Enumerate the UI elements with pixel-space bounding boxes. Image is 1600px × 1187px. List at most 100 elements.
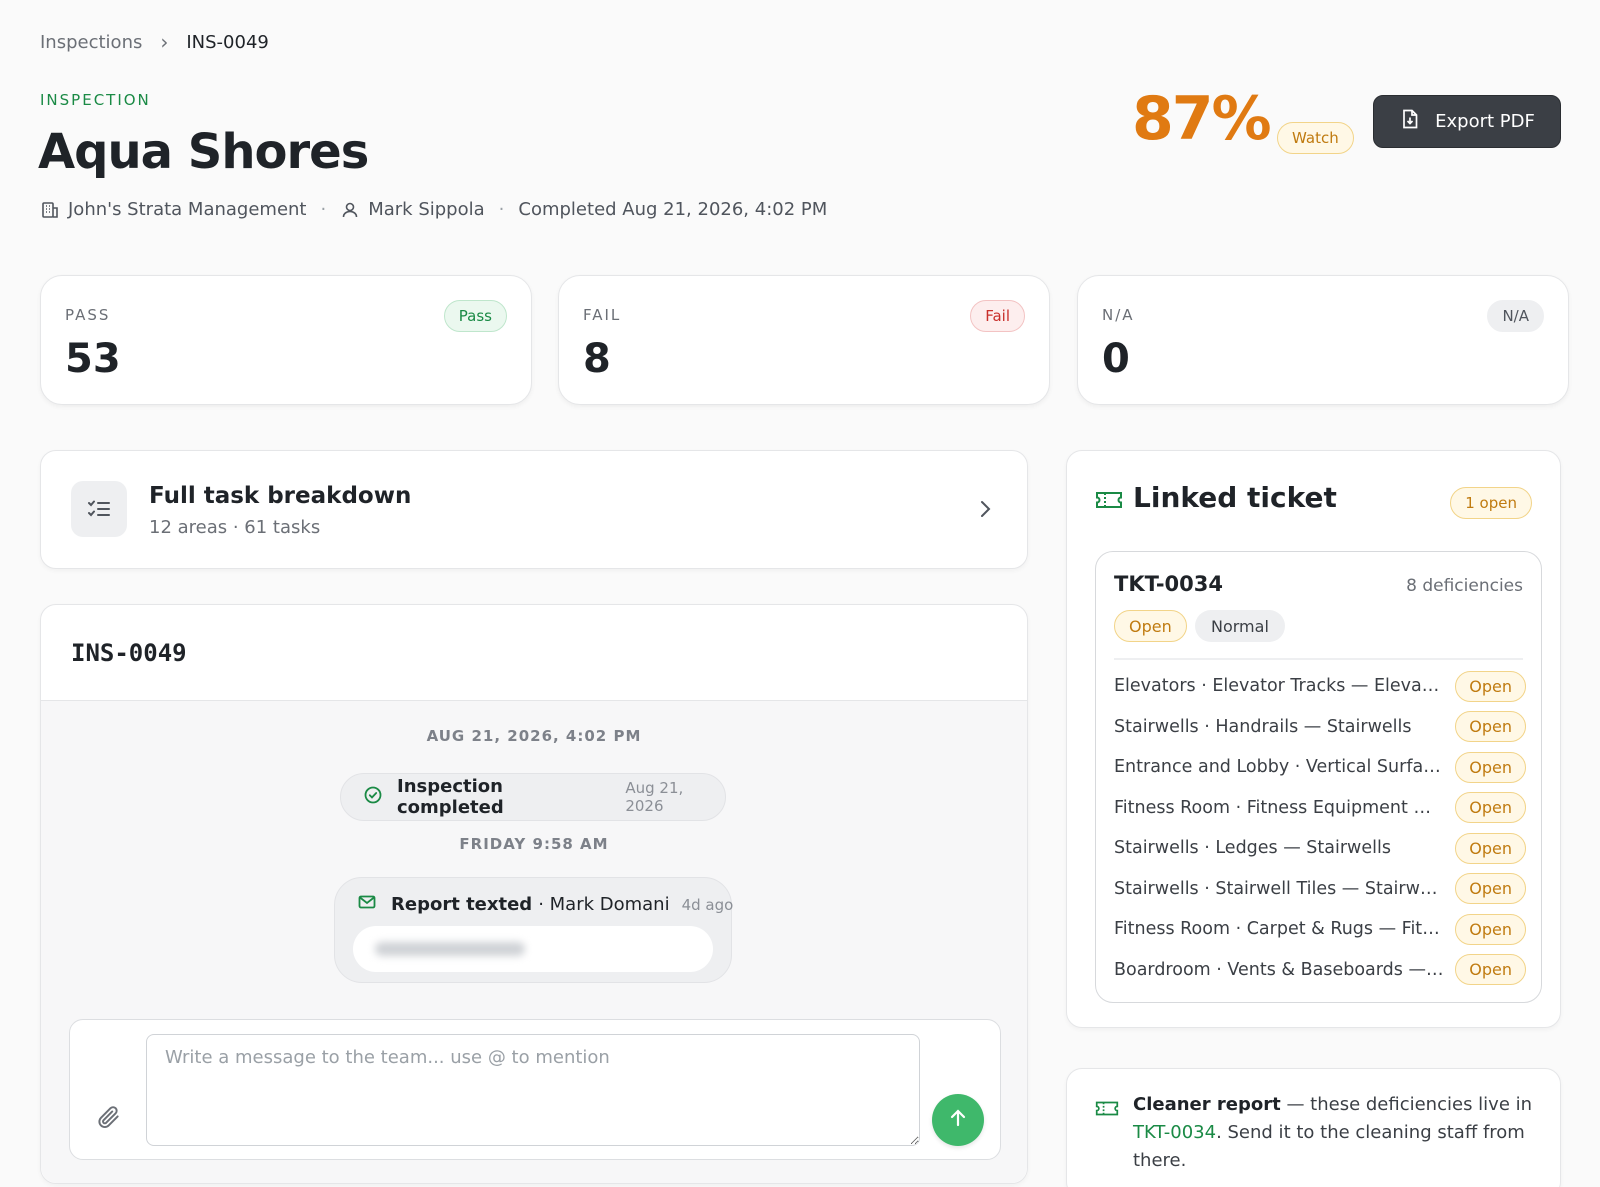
cleaner-report-note: Cleaner report — these deficiencies live… bbox=[1066, 1068, 1561, 1187]
stat-label: N/A bbox=[1102, 306, 1135, 324]
stat-badge: Pass bbox=[443, 300, 507, 332]
file-download-icon bbox=[1399, 108, 1421, 135]
deficiency-list: Elevators · Elevator Tracks — Elevators … bbox=[1114, 666, 1526, 990]
deficiency-label: Fitness Room · Fitness Equipment —... bbox=[1114, 797, 1444, 818]
cleaner-report-text: Cleaner report — these deficiencies live… bbox=[1133, 1091, 1543, 1175]
event-date: Aug 21, 2026 bbox=[625, 779, 684, 815]
ticket-icon bbox=[1095, 1099, 1119, 1122]
completed-date: Completed Aug 21, 2026, 4:02 PM bbox=[518, 199, 828, 220]
deficiency-row: Fitness Room · Fitness Equipment —... Op… bbox=[1114, 788, 1526, 829]
ticket-link[interactable]: TKT-0034 bbox=[1133, 1122, 1216, 1143]
stat-badge: Fail bbox=[970, 300, 1025, 332]
stat-label: PASS bbox=[65, 306, 111, 324]
report-time: 4d ago bbox=[681, 895, 734, 914]
stat-card-fail: FAIL 8 Fail bbox=[558, 275, 1050, 405]
checklist-icon bbox=[71, 481, 127, 537]
deficiency-count: 8 deficiencies bbox=[1406, 576, 1523, 596]
page-title: Aqua Shores bbox=[38, 124, 369, 180]
meta-separator: · bbox=[320, 199, 327, 220]
ticket-card[interactable]: TKT-0034 8 deficiencies Open Normal Elev… bbox=[1095, 551, 1542, 1003]
thread-title: INS-0049 bbox=[71, 638, 187, 667]
report-author: · Mark Domani bbox=[538, 894, 670, 915]
stat-value: 8 bbox=[583, 336, 611, 382]
activity-thread: INS-0049 AUG 21, 2026, 4:02 PM Inspectio… bbox=[40, 604, 1028, 1184]
breakdown-subtitle: 12 areas · 61 tasks bbox=[149, 517, 321, 538]
user-icon bbox=[340, 200, 360, 220]
chevron-right-icon bbox=[979, 497, 993, 525]
deficiency-status-badge: Open bbox=[1455, 913, 1526, 945]
cleaner-text-part: — these deficiencies live in bbox=[1280, 1094, 1533, 1115]
stat-value: 0 bbox=[1102, 336, 1130, 382]
message-input[interactable] bbox=[146, 1034, 920, 1146]
inspection-completed-event: Inspection completed Aug 21, 2026 bbox=[340, 773, 726, 821]
breadcrumb: Inspections › INS-0049 bbox=[40, 30, 269, 54]
report-preview-blurred[interactable] bbox=[353, 926, 713, 972]
thread-header: INS-0049 bbox=[41, 605, 1027, 701]
meta-separator: · bbox=[498, 199, 505, 220]
score-value: 87% bbox=[1132, 84, 1272, 154]
deficiency-status-badge: Open bbox=[1455, 711, 1526, 743]
stat-card-pass: PASS 53 Pass bbox=[40, 275, 532, 405]
inspector-name: Mark Sippola bbox=[368, 199, 485, 220]
deficiency-status-badge: Open bbox=[1455, 670, 1526, 702]
deficiency-row: Stairwells · Ledges — Stairwells Open bbox=[1114, 828, 1526, 869]
export-pdf-label: Export PDF bbox=[1435, 111, 1535, 132]
ticket-status-badge: Open bbox=[1114, 610, 1187, 642]
deficiency-status-badge: Open bbox=[1455, 873, 1526, 905]
deficiency-row: Stairwells · Stairwell Tiles — Stairwell… bbox=[1114, 869, 1526, 910]
deficiency-label: Stairwells · Stairwell Tiles — Stairwell… bbox=[1114, 878, 1444, 899]
report-texted-message: Report texted · Mark Domani 4d ago bbox=[334, 877, 733, 983]
deficiency-status-badge: Open bbox=[1455, 832, 1526, 864]
arrow-up-icon bbox=[947, 1107, 969, 1133]
breadcrumb-separator: › bbox=[160, 30, 169, 54]
inspection-meta: John's Strata Management · Mark Sippola … bbox=[40, 199, 827, 220]
ticket-icon bbox=[1095, 489, 1123, 515]
page-eyebrow: INSPECTION bbox=[40, 91, 151, 109]
linked-ticket-title: Linked ticket bbox=[1133, 481, 1337, 514]
breadcrumb-current: INS-0049 bbox=[186, 31, 269, 53]
check-circle-icon bbox=[363, 785, 383, 810]
send-button[interactable] bbox=[932, 1094, 984, 1146]
building-icon bbox=[40, 200, 60, 220]
deficiency-row: Elevators · Elevator Tracks — Elevators … bbox=[1114, 666, 1526, 707]
deficiency-label: Stairwells · Ledges — Stairwells bbox=[1114, 838, 1391, 859]
report-header: Report texted · Mark Domani 4d ago bbox=[357, 892, 733, 917]
ticket-priority-badge: Normal bbox=[1195, 610, 1285, 642]
deficiency-row: Entrance and Lobby · Vertical Surfac... … bbox=[1114, 747, 1526, 788]
cleaner-report-title: Cleaner report bbox=[1133, 1094, 1281, 1115]
redacted-content bbox=[375, 942, 525, 956]
company-name: John's Strata Management bbox=[68, 199, 307, 220]
paperclip-icon[interactable] bbox=[96, 1104, 122, 1134]
stat-card-na: N/A 0 N/A bbox=[1077, 275, 1569, 405]
mail-icon bbox=[357, 892, 377, 917]
deficiency-row: Boardroom · Vents & Baseboards — ... Ope… bbox=[1114, 950, 1526, 991]
report-text: Report texted bbox=[391, 894, 533, 915]
deficiency-status-badge: Open bbox=[1455, 751, 1526, 783]
open-count-badge: 1 open bbox=[1450, 487, 1532, 519]
deficiency-label: Entrance and Lobby · Vertical Surfac... bbox=[1114, 757, 1444, 778]
stat-label: FAIL bbox=[583, 306, 622, 324]
breadcrumb-inspections-link[interactable]: Inspections bbox=[40, 32, 142, 53]
deficiency-status-badge: Open bbox=[1455, 954, 1526, 986]
task-breakdown-card[interactable]: Full task breakdown 12 areas · 61 tasks bbox=[40, 450, 1028, 569]
stat-badge: N/A bbox=[1487, 300, 1544, 332]
score-status-badge: Watch bbox=[1277, 122, 1354, 154]
deficiency-row: Stairwells · Handrails — Stairwells Open bbox=[1114, 707, 1526, 748]
divider bbox=[1114, 658, 1523, 660]
breakdown-title: Full task breakdown bbox=[149, 483, 412, 509]
deficiency-row: Fitness Room · Carpet & Rugs — Fitn... O… bbox=[1114, 909, 1526, 950]
thread-body: AUG 21, 2026, 4:02 PM Inspection complet… bbox=[41, 701, 1027, 1183]
event-text: Inspection completed bbox=[397, 776, 504, 818]
deficiency-label: Fitness Room · Carpet & Rugs — Fitn... bbox=[1114, 919, 1444, 940]
message-composer bbox=[69, 1019, 1001, 1160]
deficiency-label: Boardroom · Vents & Baseboards — ... bbox=[1114, 959, 1444, 980]
stat-value: 53 bbox=[65, 336, 121, 382]
export-pdf-button[interactable]: Export PDF bbox=[1373, 95, 1561, 148]
ticket-id: TKT-0034 bbox=[1114, 572, 1223, 596]
deficiency-label: Stairwells · Handrails — Stairwells bbox=[1114, 716, 1412, 737]
deficiency-status-badge: Open bbox=[1455, 792, 1526, 824]
day-separator: FRIDAY 9:58 AM bbox=[459, 835, 609, 853]
day-separator: AUG 21, 2026, 4:02 PM bbox=[426, 727, 642, 745]
linked-ticket-card: Linked ticket 1 open TKT-0034 8 deficien… bbox=[1066, 450, 1561, 1028]
deficiency-label: Elevators · Elevator Tracks — Elevators bbox=[1114, 676, 1444, 697]
